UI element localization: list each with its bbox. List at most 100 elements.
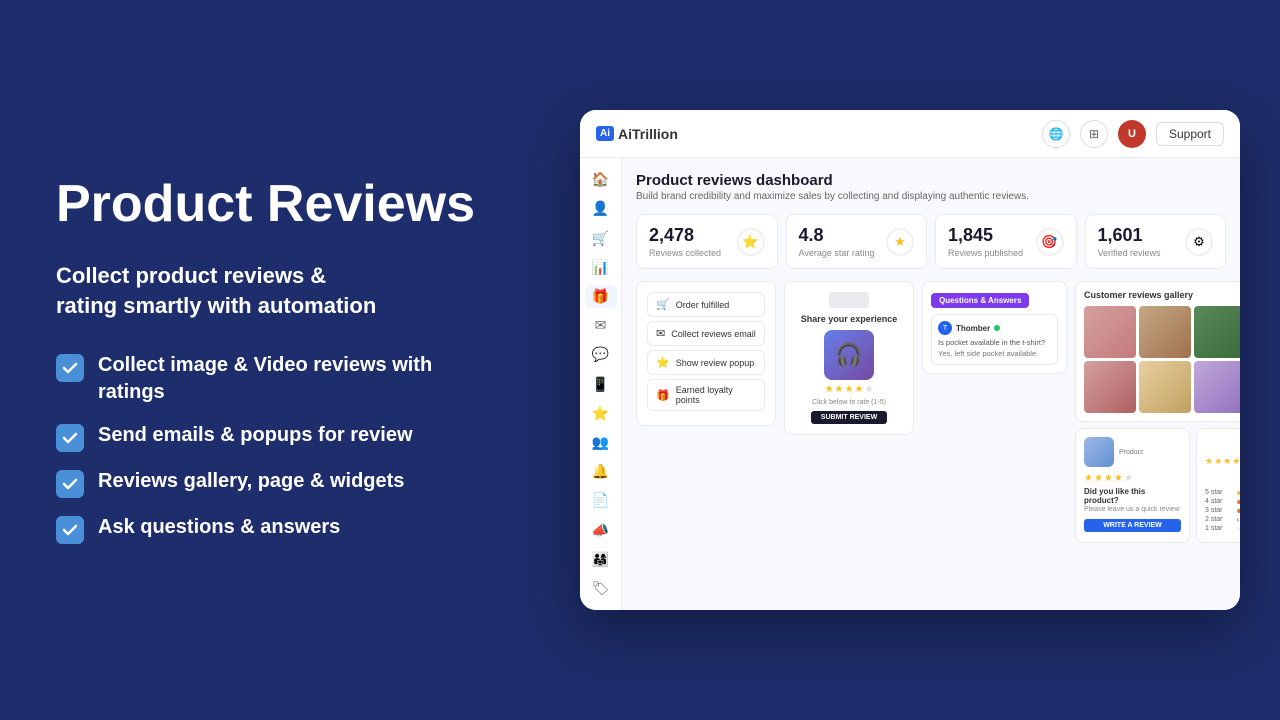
qa-question: Is pocket available in the t-shirt? bbox=[938, 338, 1051, 347]
rating-popup: Product ★★★★★ Did you like this product?… bbox=[1075, 428, 1190, 543]
qa-badge: Questions & Answers bbox=[931, 293, 1029, 308]
gallery-thumb-1[interactable] bbox=[1084, 306, 1136, 358]
user-avatar[interactable]: U bbox=[1118, 120, 1146, 148]
bar-row-4: 1 star (0) bbox=[1205, 525, 1240, 532]
sidebar-icon-chat[interactable]: 💬 bbox=[585, 343, 617, 366]
sidebar-icon-chart[interactable]: 📊 bbox=[585, 256, 617, 279]
liked-sub: Please leave us a quick review bbox=[1084, 506, 1181, 513]
stat-value-2: 1,845 bbox=[948, 225, 1023, 246]
product-info: Product bbox=[1119, 449, 1143, 456]
stat-icon-1: ★ bbox=[886, 228, 914, 256]
gallery-thumb-2[interactable] bbox=[1139, 306, 1191, 358]
gallery-thumb-5[interactable] bbox=[1084, 361, 1136, 413]
flow-step-1[interactable]: ✉ Collect reviews email bbox=[647, 321, 765, 346]
write-review-btn[interactable]: WRITE A REVIEW bbox=[1084, 519, 1181, 532]
bar-track-0 bbox=[1237, 491, 1240, 495]
bar-row-2: 3 star (5) bbox=[1205, 507, 1240, 514]
star-summary: ★ ★ ★ ★ ★ 36 reviews 4.8 out of 5 bbox=[1196, 428, 1240, 543]
page-subtitle: Build brand credibility and maximize sal… bbox=[636, 191, 1226, 202]
mail-step-icon: ✉ bbox=[656, 327, 665, 340]
brand-logo: Ai AiTrillion bbox=[596, 126, 678, 142]
sidebar-icon-home[interactable]: 🏠 bbox=[585, 168, 617, 191]
share-text: Share your experience bbox=[801, 314, 898, 324]
stat-icon-3: ⚙ bbox=[1185, 228, 1213, 256]
dashboard-mockup: Ai AiTrillion 🌐 ⊞ U Support 🏠 👤 🛒 📊 🎁 ✉ bbox=[580, 110, 1240, 610]
check-icon-3 bbox=[56, 470, 84, 498]
brand-name: AiTrillion bbox=[618, 126, 678, 142]
bar-row-1: 4 star (10) bbox=[1205, 498, 1240, 505]
stat-card-3: 1,601 Verified reviews ⚙ bbox=[1085, 214, 1227, 269]
sidebar-icon-bell[interactable]: 🔔 bbox=[585, 460, 617, 483]
review-request-card: Share your experience 🎧 ★★★★★ Click belo… bbox=[784, 281, 914, 435]
stat-card-1: 4.8 Average star rating ★ bbox=[786, 214, 928, 269]
bottom-row: Product ★★★★★ Did you like this product?… bbox=[1075, 428, 1240, 543]
feature-item-4: Ask questions & answers bbox=[56, 514, 504, 544]
sidebar-icon-group[interactable]: 👨‍👩‍👧 bbox=[585, 548, 617, 571]
page-title: Product reviews dashboard bbox=[636, 172, 1226, 189]
bar-track-1 bbox=[1237, 500, 1240, 504]
right-panel: Ai AiTrillion 🌐 ⊞ U Support 🏠 👤 🛒 📊 🎁 ✉ bbox=[560, 90, 1280, 630]
star-row: ★★★★★ bbox=[825, 384, 874, 395]
sidebar-icon-doc[interactable]: 📄 bbox=[585, 489, 617, 512]
stat-icon-2: 🎯 bbox=[1036, 228, 1064, 256]
bar-row-0: 5 star (25) bbox=[1205, 489, 1240, 496]
gallery-thumb-3[interactable] bbox=[1194, 306, 1240, 358]
gallery-grid bbox=[1084, 306, 1240, 413]
sidebar-icon-whatsapp[interactable]: 📱 bbox=[585, 372, 617, 395]
translate-icon[interactable]: 🌐 bbox=[1042, 120, 1070, 148]
left-panel: Product Reviews Collect product reviews … bbox=[0, 116, 560, 605]
qa-username: Thomber bbox=[956, 324, 990, 333]
flow-step-0[interactable]: 🛒 Order fulfilled bbox=[647, 292, 765, 317]
stat-card-0: 2,478 Reviews collected ⭐ bbox=[636, 214, 778, 269]
flow-step-2[interactable]: ⭐ Show review popup bbox=[647, 350, 765, 375]
summary-header: ★ ★ ★ ★ ★ 36 reviews 4.8 out of 5 bbox=[1205, 437, 1240, 485]
grid-icon[interactable]: ⊞ bbox=[1080, 120, 1108, 148]
star-step-icon: ⭐ bbox=[656, 356, 670, 369]
gallery-thumb-7[interactable] bbox=[1194, 361, 1240, 413]
qa-card: Questions & Answers T Thomber Is pocket … bbox=[922, 281, 1067, 374]
qa-user: T Thomber bbox=[938, 321, 1051, 335]
stat-label-0: Reviews collected bbox=[649, 248, 721, 258]
flow-step-3[interactable]: 🎁 Earned loyalty points bbox=[647, 379, 765, 411]
check-icon-2 bbox=[56, 424, 84, 452]
qa-avatar: T bbox=[938, 321, 952, 335]
top-nav: Ai AiTrillion 🌐 ⊞ U Support bbox=[580, 110, 1240, 158]
sidebar-icon-star[interactable]: ⭐ bbox=[585, 402, 617, 425]
qa-answer: Yes, left side pocket available. bbox=[938, 349, 1051, 358]
sidebar-icon-reviews[interactable]: 🎁 bbox=[585, 285, 617, 308]
stat-card-2: 1,845 Reviews published 🎯 bbox=[935, 214, 1077, 269]
stat-value-0: 2,478 bbox=[649, 225, 721, 246]
summary-stars: ★ ★ ★ ★ ★ bbox=[1205, 456, 1240, 467]
stat-value-1: 4.8 bbox=[799, 225, 875, 246]
product-thumb bbox=[1084, 437, 1114, 467]
qa-message: T Thomber Is pocket available in the t-s… bbox=[931, 314, 1058, 365]
check-icon-4 bbox=[56, 516, 84, 544]
sidebar-icon-cart[interactable]: 🛒 bbox=[585, 226, 617, 249]
sidebar-icon-megaphone[interactable]: 📣 bbox=[585, 518, 617, 541]
stat-label-1: Average star rating bbox=[799, 248, 875, 258]
sidebar-icon-people[interactable]: 👥 bbox=[585, 431, 617, 454]
product-preview: Product bbox=[1084, 437, 1181, 467]
cards-row: 🛒 Order fulfilled ✉ Collect reviews emai… bbox=[636, 281, 1226, 543]
stats-row: 2,478 Reviews collected ⭐ 4.8 Average st… bbox=[636, 214, 1226, 269]
main-content: 🏠 👤 🛒 📊 🎁 ✉ 💬 📱 ⭐ 👥 🔔 📄 📣 👨‍👩‍👧 🏷 Produc… bbox=[580, 158, 1240, 610]
right-column: Customer reviews gallery bbox=[1075, 281, 1240, 543]
submit-review-btn[interactable]: SUBMIT REVIEW bbox=[811, 411, 887, 424]
support-button[interactable]: Support bbox=[1156, 122, 1224, 146]
sidebar-icon-mail[interactable]: ✉ bbox=[585, 314, 617, 337]
gallery-thumb-6[interactable] bbox=[1139, 361, 1191, 413]
feature-item-1: Collect image & Video reviews with ratin… bbox=[56, 352, 504, 406]
stat-label-3: Verified reviews bbox=[1098, 248, 1161, 258]
subtitle: Collect product reviews &rating smartly … bbox=[56, 261, 504, 320]
feature-item-2: Send emails & popups for review bbox=[56, 422, 504, 452]
stat-label-2: Reviews published bbox=[948, 248, 1023, 258]
stat-icon-0: ⭐ bbox=[737, 228, 765, 256]
sidebar-icon-user[interactable]: 👤 bbox=[585, 197, 617, 220]
nav-icons: 🌐 ⊞ U Support bbox=[1042, 120, 1224, 148]
gallery-title: Customer reviews gallery bbox=[1084, 290, 1240, 300]
feature-item-3: Reviews gallery, page & widgets bbox=[56, 468, 504, 498]
sidebar-icon-badge[interactable]: 🏷 bbox=[585, 577, 617, 600]
review-logo bbox=[829, 292, 869, 308]
gift-step-icon: 🎁 bbox=[656, 389, 670, 402]
content-area: Product reviews dashboard Build brand cr… bbox=[622, 158, 1240, 610]
